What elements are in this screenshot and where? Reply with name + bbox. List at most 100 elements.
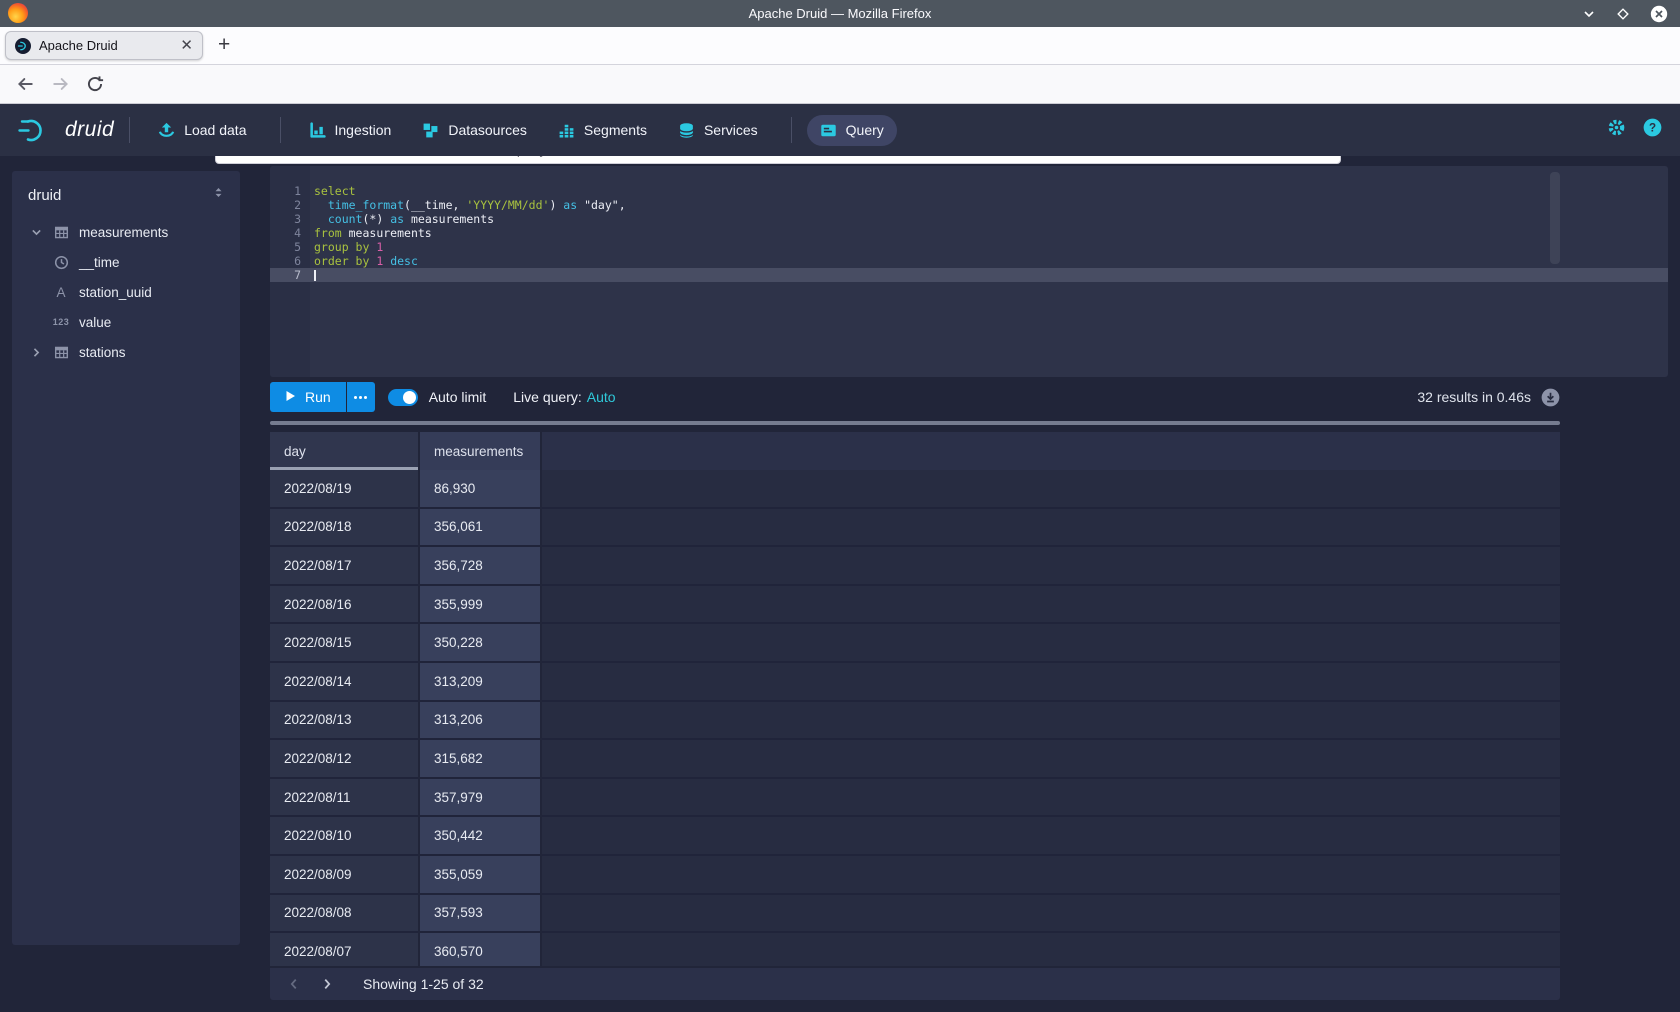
cell-day[interactable]: 2022/08/11 <box>270 779 418 818</box>
cell-day[interactable]: 2022/08/10 <box>270 817 418 856</box>
cell-day[interactable]: 2022/08/15 <box>270 624 418 663</box>
table-row: 2022/08/16355,999 <box>270 586 1560 625</box>
load-data-icon <box>158 122 175 139</box>
editor-scrollbar[interactable] <box>1550 172 1560 264</box>
results-footer: Showing 1-25 of 32 <box>270 968 1560 1000</box>
column-header-measurements[interactable]: measurements <box>420 432 540 470</box>
table-header-filler <box>542 432 1560 470</box>
chevron-right-icon[interactable] <box>30 346 46 359</box>
druid-header: druid Load data IngestionDatasourcesSegme… <box>0 104 1680 156</box>
run-bar: Run Auto limit Live query:Auto 32 result… <box>270 382 1560 412</box>
table-row: 2022/08/09355,059 <box>270 856 1560 895</box>
cell-day[interactable]: 2022/08/14 <box>270 663 418 702</box>
prev-page-chevron-icon[interactable] <box>287 977 301 991</box>
live-query-value[interactable]: Auto <box>587 389 616 405</box>
browser-tab[interactable]: Apache Druid ✕ <box>5 31 203 60</box>
tree-item-measurements[interactable]: measurements <box>12 217 240 247</box>
gutter-line-number: 3 <box>270 212 310 226</box>
download-icon[interactable] <box>1541 388 1560 407</box>
table-row: 2022/08/12315,682 <box>270 740 1560 779</box>
row-filler <box>542 895 1560 934</box>
cell-measurements[interactable]: 355,059 <box>420 856 540 895</box>
chevron-down-icon[interactable] <box>30 226 46 239</box>
settings-gear-icon[interactable] <box>1607 118 1626 142</box>
cell-measurements[interactable]: 355,999 <box>420 586 540 625</box>
table-row: 2022/08/11357,979 <box>270 779 1560 818</box>
window-close-icon[interactable] <box>1650 5 1668 23</box>
cell-measurements[interactable]: 315,682 <box>420 740 540 779</box>
tree-item-label: measurements <box>79 225 168 240</box>
window-maximize-icon[interactable] <box>1616 7 1630 21</box>
druid-logo[interactable]: druid <box>18 117 114 144</box>
cell-measurements[interactable]: 360,570 <box>420 933 540 966</box>
tree-item-value[interactable]: 123value <box>12 307 240 337</box>
editor-code[interactable]: select time_format(__time, 'YYYY/MM/dd')… <box>310 184 1668 282</box>
new-tab-button[interactable]: + <box>218 33 230 57</box>
table-horizontal-scrollbar[interactable] <box>270 421 1560 425</box>
nav-item-ingestion[interactable]: Ingestion <box>296 115 405 146</box>
tree-item-label: __time <box>79 255 120 270</box>
cell-measurements[interactable]: 350,442 <box>420 817 540 856</box>
nav-item-query[interactable]: Query <box>807 115 897 146</box>
tab-close-icon[interactable]: ✕ <box>180 38 193 53</box>
schema-selector[interactable]: druid <box>28 187 211 204</box>
screen: Apache Druid — Mozilla Firefox Apache Dr… <box>0 0 1680 1012</box>
forward-button[interactable] <box>52 75 70 98</box>
code-line: select <box>310 184 1668 198</box>
back-button[interactable] <box>16 75 34 98</box>
editor-gutter: 1234567 <box>270 166 310 377</box>
tree-item--time[interactable]: __time <box>12 247 240 277</box>
nav-item-services[interactable]: Services <box>665 115 771 146</box>
results-summary: 32 results in 0.46s <box>1417 389 1531 405</box>
cell-day[interactable]: 2022/08/09 <box>270 856 418 895</box>
pagination-text: Showing 1-25 of 32 <box>363 976 484 992</box>
cell-day[interactable]: 2022/08/08 <box>270 895 418 934</box>
tree-item-station-uuid[interactable]: Astation_uuid <box>12 277 240 307</box>
row-filler <box>542 586 1560 625</box>
druid-nav: Load data IngestionDatasourcesSegmentsSer… <box>114 115 902 146</box>
nav-item-segments[interactable]: Segments <box>545 115 660 146</box>
cell-day[interactable]: 2022/08/12 <box>270 740 418 779</box>
table-row: 2022/08/14313,209 <box>270 663 1560 702</box>
cell-day[interactable]: 2022/08/17 <box>270 547 418 586</box>
tree-item-stations[interactable]: stations <box>12 337 240 367</box>
window-minimize-icon[interactable] <box>1582 7 1596 21</box>
auto-limit-toggle[interactable] <box>388 389 418 406</box>
cell-measurements[interactable]: 313,206 <box>420 702 540 741</box>
table-row: 2022/08/1986,930 <box>270 470 1560 509</box>
run-more-button[interactable] <box>347 382 375 412</box>
nav-item-label: Load data <box>184 122 246 138</box>
tab-title: Apache Druid <box>39 38 180 53</box>
cell-day[interactable]: 2022/08/07 <box>270 933 418 966</box>
cell-measurements[interactable]: 356,061 <box>420 509 540 548</box>
cell-day[interactable]: 2022/08/18 <box>270 509 418 548</box>
column-header-day[interactable]: day <box>270 432 418 470</box>
cell-measurements[interactable]: 357,979 <box>420 779 540 818</box>
cell-day[interactable]: 2022/08/19 <box>270 470 418 509</box>
gutter-line-number: 5 <box>270 240 310 254</box>
nav-item-load-data[interactable]: Load data <box>145 115 259 146</box>
row-filler <box>542 779 1560 818</box>
cell-day[interactable]: 2022/08/13 <box>270 702 418 741</box>
cell-day[interactable]: 2022/08/16 <box>270 586 418 625</box>
nav-item-datasources[interactable]: Datasources <box>409 115 540 146</box>
row-filler <box>542 740 1560 779</box>
tree-item-label: value <box>79 315 111 330</box>
code-line: order by 1 desc <box>310 254 1668 268</box>
sort-double-caret-icon[interactable] <box>211 185 226 205</box>
next-page-chevron-icon[interactable] <box>320 977 334 991</box>
run-button[interactable]: Run <box>270 382 346 412</box>
cell-measurements[interactable]: 313,209 <box>420 663 540 702</box>
cell-measurements[interactable]: 357,593 <box>420 895 540 934</box>
help-icon[interactable]: ? <box>1643 118 1662 142</box>
cell-measurements[interactable]: 86,930 <box>420 470 540 509</box>
table-body: 2022/08/1986,9302022/08/18356,0612022/08… <box>270 470 1560 966</box>
reload-button[interactable] <box>86 75 104 98</box>
nav-divider <box>129 117 130 143</box>
cell-measurements[interactable]: 356,728 <box>420 547 540 586</box>
results-table: daymeasurements 2022/08/1986,9302022/08/… <box>270 432 1560 966</box>
sql-editor[interactable]: 1234567 select time_format(__time, 'YYYY… <box>270 166 1668 377</box>
cell-measurements[interactable]: 350,228 <box>420 624 540 663</box>
code-line: time_format(__time, 'YYYY/MM/dd') as "da… <box>310 198 1668 212</box>
gutter-line-number: 6 <box>270 254 310 268</box>
